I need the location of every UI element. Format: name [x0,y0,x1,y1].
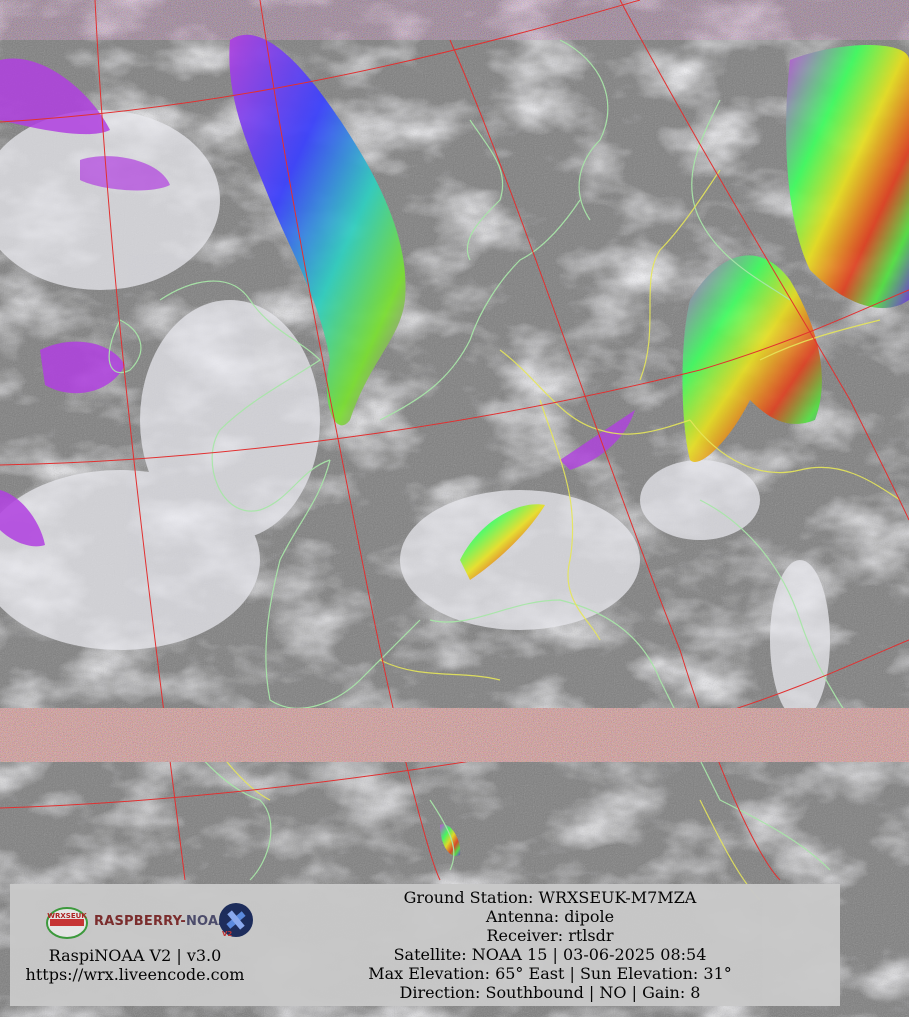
software-version: RaspiNOAA V2 | v3.0 [48,946,222,965]
antenna: Antenna: dipole [485,907,615,926]
logo-wordmark: RASPBERRY-NOAA [94,914,228,929]
receiver: Receiver: rtlsdr [486,926,614,945]
logo-raspberry-text: RASPBERRY- [94,914,186,929]
pass-details: Ground Station: WRXSEUK-M7MZA Antenna: d… [320,888,780,1002]
satellite-pass: Satellite: NOAA 15 | 03-06-2025 08:54 [393,945,707,964]
elevation-info: Max Elevation: 65° East | Sun Elevation:… [368,964,732,983]
wrxseuk-logo-icon: WRXSEUK [46,907,88,939]
ground-station: Ground Station: WRXSEUK-M7MZA [403,888,697,907]
logo-v2-text: V2 [222,930,232,938]
raspinoaa-logo: WRXSEUK RASPBERRY-NOAA V2 [28,902,253,946]
station-software-info: RaspiNOAA V2 | v3.0 https://wrx.liveenco… [10,946,260,984]
satellite-map [0,0,909,1017]
info-caption: WRXSEUK RASPBERRY-NOAA V2 RaspiNOAA V2 |… [10,884,840,1006]
top-noise-strip [0,0,909,40]
website-url: https://wrx.liveencode.com [25,965,245,984]
direction-info: Direction: Southbound | NO | Gain: 8 [399,983,701,1002]
satellite-icon: V2 [219,903,253,938]
satellite-image-scene: WRXSEUK RASPBERRY-NOAA V2 RaspiNOAA V2 |… [0,0,909,1017]
logo-wrx-text: WRXSEUK [47,912,87,920]
